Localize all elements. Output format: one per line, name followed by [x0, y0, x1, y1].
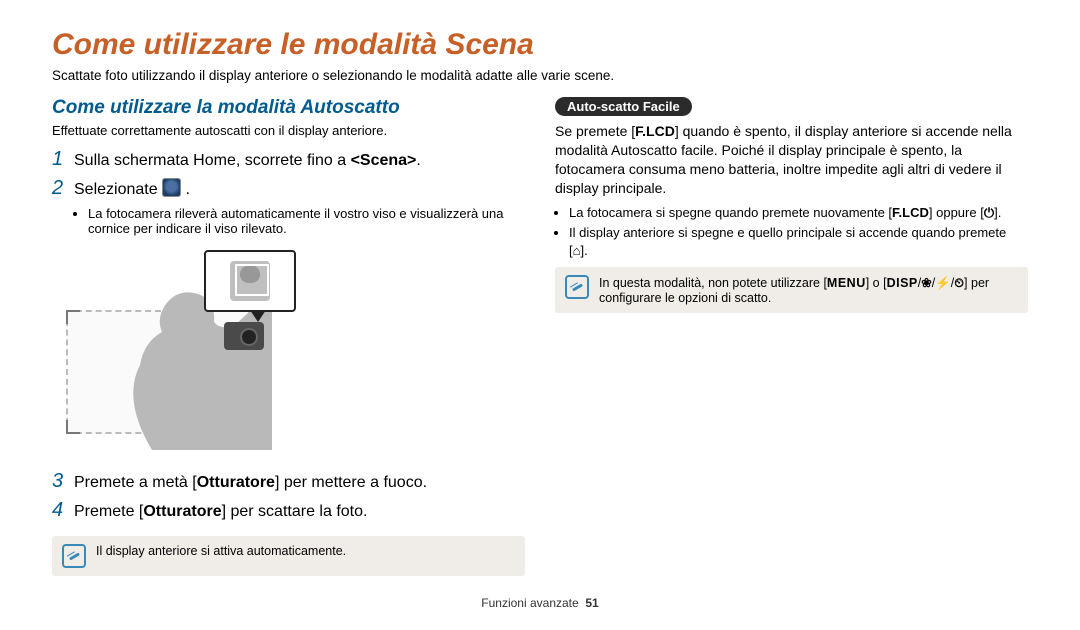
step2-prefix: Selezionate — [74, 181, 162, 198]
step4-bold: Otturatore — [143, 503, 221, 520]
step-num-1: 1 — [52, 148, 74, 171]
autoscatto-icon — [162, 178, 181, 197]
auto-scatto-facile-badge: Auto-scatto Facile — [555, 97, 692, 116]
step-num-3: 3 — [52, 470, 74, 493]
key-flcd: F.LCD — [635, 123, 675, 139]
face-detect-callout — [204, 250, 296, 312]
step-4: 4 Premete [Otturatore] per scattare la f… — [52, 499, 525, 522]
step4-suffix: ] per scattare la foto. — [222, 503, 368, 520]
step-2: 2 Selezionate . — [52, 177, 525, 200]
camera-icon — [224, 322, 264, 350]
section-title-autoscatto: Come utilizzare la modalità Autoscatto — [52, 97, 525, 119]
right-paragraph: Se premete [F.LCD] quando è spento, il d… — [555, 122, 1028, 198]
flash-icon: ⚡ — [935, 276, 951, 290]
step3-bold: Otturatore — [197, 474, 275, 491]
menu-icon: MENU — [827, 276, 866, 290]
step3-suffix: ] per mettere a fuoco. — [275, 474, 427, 491]
step4-prefix: Premete [ — [74, 503, 143, 520]
right-bullet-2: Il display anteriore si spegne e quello … — [569, 224, 1028, 259]
right-bullet-1: La fotocamera si spegne quando premete n… — [569, 204, 1028, 222]
step-num-4: 4 — [52, 499, 74, 522]
info-box-right: In questa modalità, non potete utilizzar… — [555, 267, 1028, 313]
disp-icon: DISP — [887, 276, 918, 290]
timer-icon: ⏲ — [954, 276, 964, 290]
macro-icon: ❀ — [921, 276, 931, 290]
note-icon — [62, 544, 86, 568]
footer-page-number: 51 — [585, 596, 598, 610]
step2-note: La fotocamera rileverà automaticamente i… — [88, 206, 525, 236]
step3-prefix: Premete a metà [ — [74, 474, 197, 491]
step2-suffix: . — [186, 181, 190, 198]
section-desc: Effettuate correttamente autoscatti con … — [52, 123, 525, 138]
footer-label: Funzioni avanzate — [481, 596, 578, 610]
info-left-text: Il display anteriore si attiva automatic… — [96, 544, 346, 558]
step-1: 1 Sulla schermata Home, scorrete fino a … — [52, 148, 525, 171]
step1-suffix: . — [416, 152, 420, 169]
selfie-illustration — [52, 250, 322, 450]
note-icon — [565, 275, 589, 299]
page-footer: Funzioni avanzate 51 — [52, 596, 1028, 610]
step1-prefix: Sulla schermata Home, scorrete fino a — [74, 152, 351, 169]
step-num-2: 2 — [52, 177, 74, 200]
info-right-text: In questa modalità, non potete utilizzar… — [599, 275, 1018, 305]
power-icon: ⏻ — [984, 205, 994, 220]
step-3: 3 Premete a metà [Otturatore] per metter… — [52, 470, 525, 493]
info-box-left: Il display anteriore si attiva automatic… — [52, 536, 525, 576]
page-subtitle: Scattate foto utilizzando il display ant… — [52, 68, 1028, 83]
key-flcd-2: F.LCD — [892, 205, 929, 220]
page-title: Come utilizzare le modalità Scena — [52, 28, 1028, 62]
step1-bold: <Scena> — [351, 152, 417, 169]
